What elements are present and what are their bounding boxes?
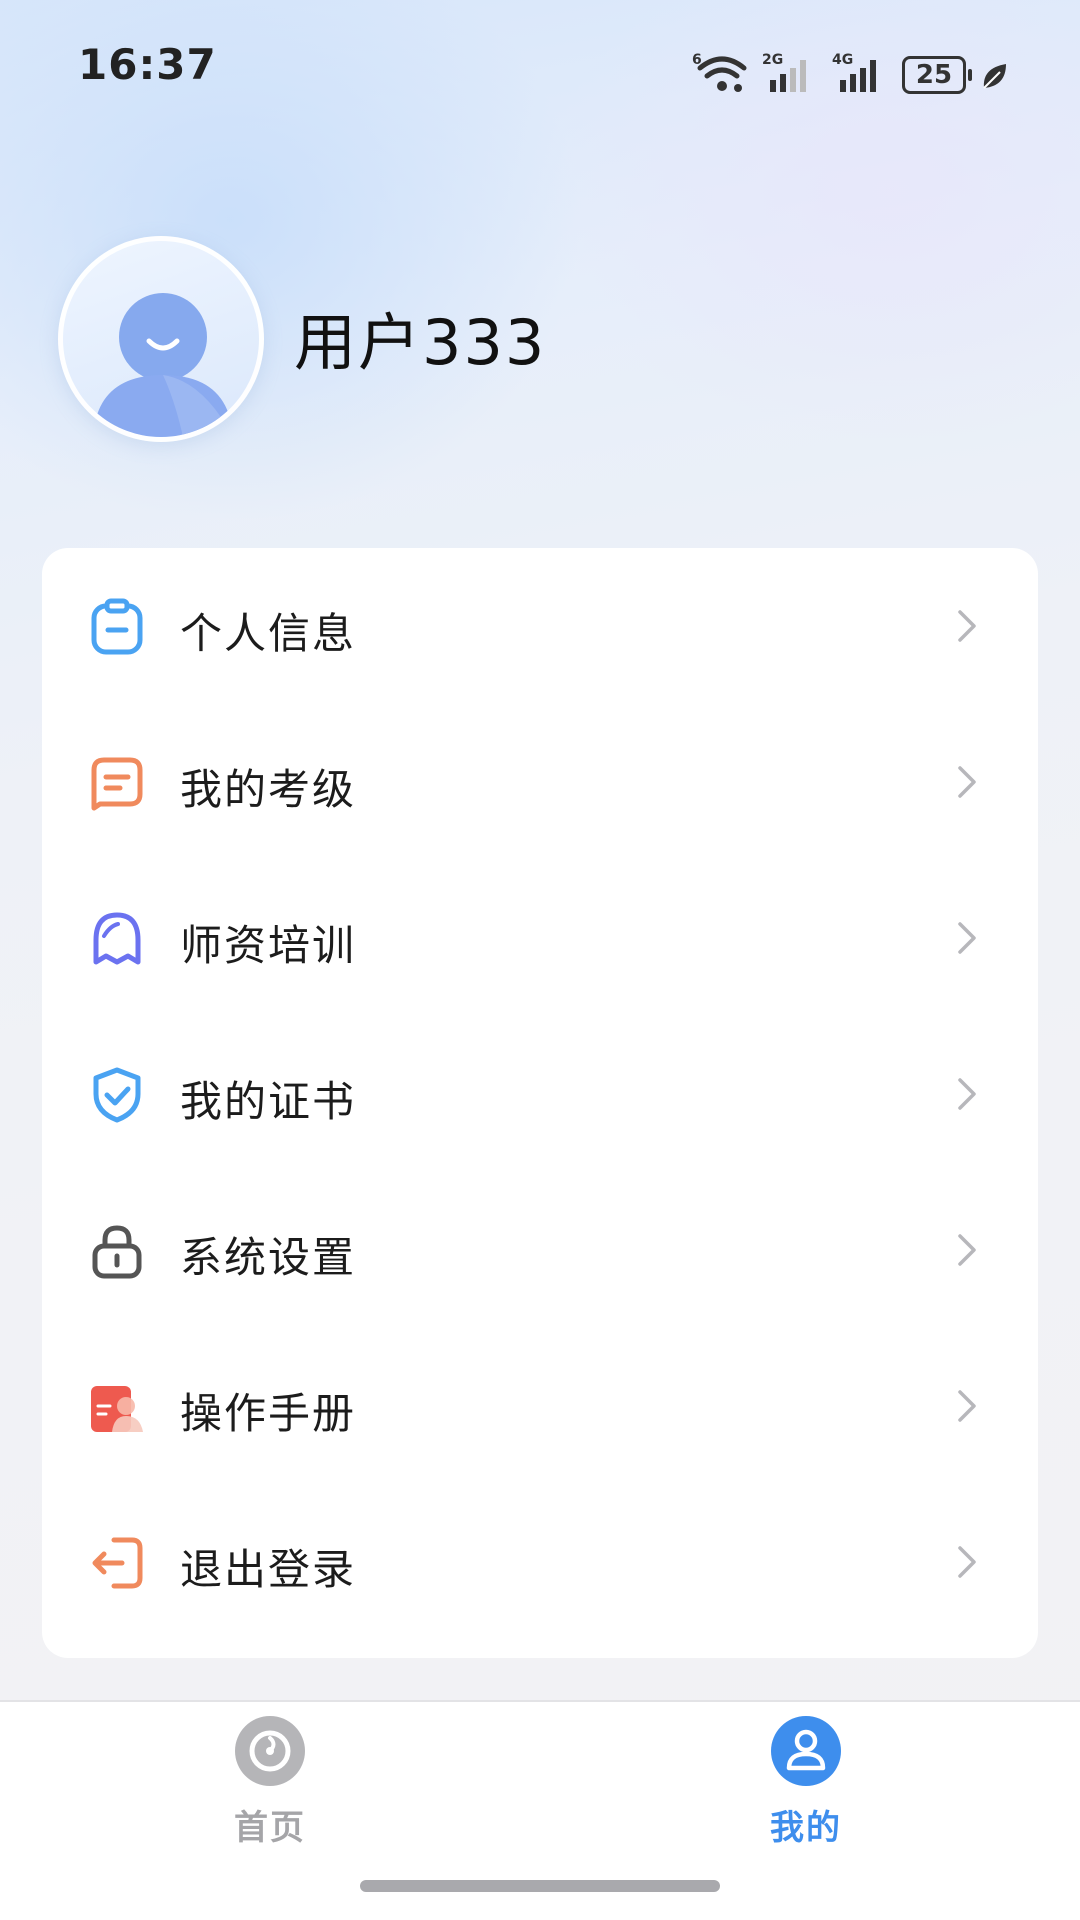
menu-item-label: 我的证书	[180, 1077, 357, 1126]
lock-icon	[92, 1225, 142, 1279]
clipboard-icon	[91, 598, 143, 655]
menu-item-label: 操作手册	[180, 1389, 357, 1438]
leaf-icon	[983, 64, 1006, 89]
user-avatar-icon	[93, 293, 233, 437]
svg-text:2G: 2G	[762, 52, 783, 68]
chevron-right-icon	[958, 1234, 976, 1266]
menu-item-my-certificate[interactable]: 我的证书	[42, 1016, 1038, 1172]
menu-item-label: 退出登录	[180, 1545, 357, 1594]
menu-item-label: 师资培训	[180, 921, 357, 970]
home-tab-icon	[235, 1716, 305, 1786]
signal-4g-icon: 4G	[832, 52, 876, 92]
logout-icon	[92, 1537, 143, 1589]
manual-book-icon	[91, 1386, 143, 1432]
wifi-icon: 6	[692, 52, 747, 92]
battery-icon: 25	[902, 56, 972, 94]
username: 用户333	[294, 306, 547, 379]
status-icons: 6 2G 4G 25	[692, 44, 1010, 94]
tab-label: 我的	[770, 1808, 842, 1848]
chevron-right-icon	[958, 1078, 976, 1110]
tab-label: 首页	[234, 1808, 306, 1848]
menu-item-teacher-training[interactable]: 师资培训	[42, 860, 1038, 1016]
menu-item-system-settings[interactable]: 系统设置	[42, 1172, 1038, 1328]
profile-screen: 16:37 6 2G 4G 25 用户333 个人信息 我的考级 师资培训 我的…	[0, 0, 1080, 1920]
chevron-right-icon	[958, 922, 976, 954]
shield-check-icon	[93, 1067, 141, 1123]
menu-item-label: 个人信息	[180, 609, 357, 658]
tab-home[interactable]: 首页	[170, 1714, 370, 1854]
message-doc-icon	[91, 757, 143, 811]
menu-card: 个人信息 我的考级 师资培训 我的证书 系统设置 操作手册 退出登录	[42, 548, 1038, 1658]
menu-item-label: 我的考级	[180, 765, 357, 814]
menu-item-personal-info[interactable]: 个人信息	[42, 548, 1038, 704]
status-bar: 16:37 6 2G 4G 25	[0, 0, 1080, 140]
tab-mine[interactable]: 我的	[706, 1714, 906, 1854]
avatar[interactable]	[58, 236, 264, 442]
ghost-icon	[93, 912, 141, 965]
chevron-right-icon	[958, 766, 976, 798]
chevron-right-icon	[958, 1390, 976, 1422]
signal-2g-icon: 2G	[762, 52, 806, 92]
menu-item-logout[interactable]: 退出登录	[42, 1484, 1038, 1640]
chevron-right-icon	[958, 610, 976, 642]
profile-tab-icon	[771, 1716, 841, 1786]
chevron-right-icon	[958, 1546, 976, 1578]
menu-item-operation-manual[interactable]: 操作手册	[42, 1328, 1038, 1484]
home-indicator[interactable]	[360, 1880, 720, 1892]
svg-text:4G: 4G	[832, 52, 853, 68]
status-time: 16:37	[78, 40, 217, 89]
menu-item-my-exam-level[interactable]: 我的考级	[42, 704, 1038, 860]
menu-item-label: 系统设置	[180, 1233, 357, 1282]
